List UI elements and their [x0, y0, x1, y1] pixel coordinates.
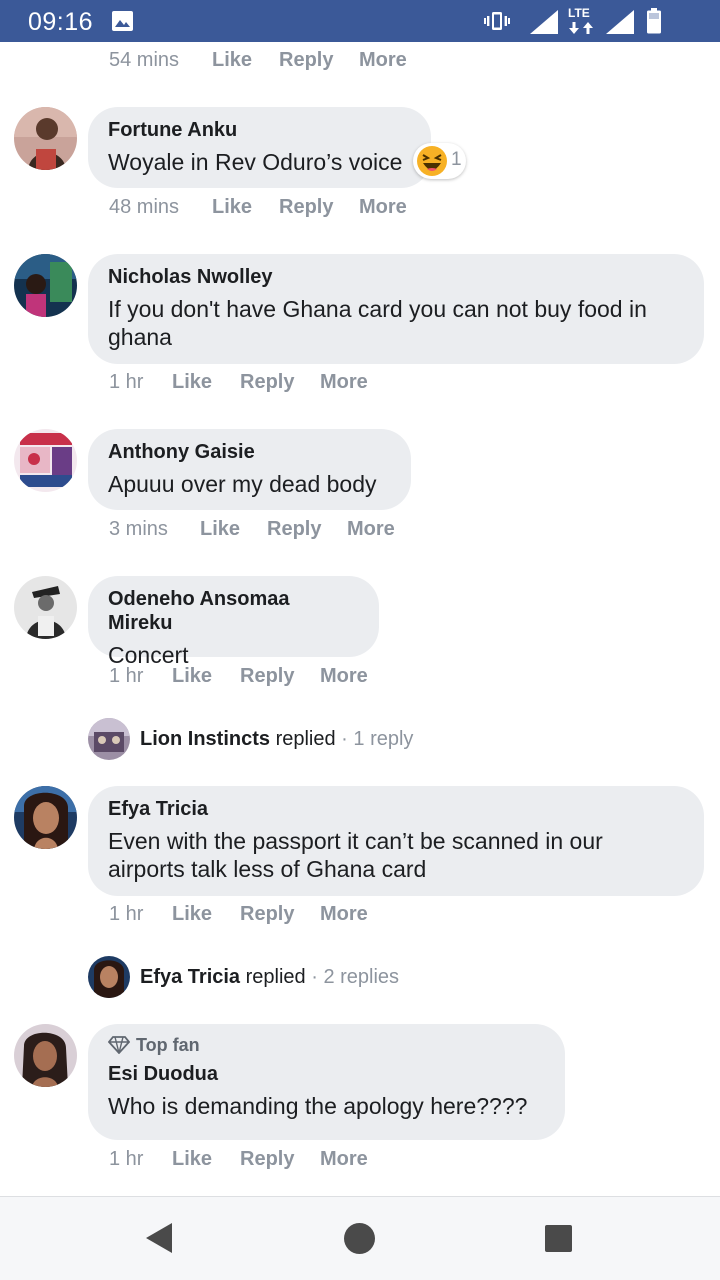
- view-replies[interactable]: Lion Instincts replied · 1 reply: [88, 718, 508, 760]
- reply-count: · 1 reply: [341, 728, 414, 750]
- reply-button[interactable]: Reply: [279, 49, 333, 72]
- reply-author[interactable]: Lion Instincts: [140, 728, 270, 750]
- avatar[interactable]: [14, 576, 77, 639]
- comment-bubble[interactable]: Odeneho Ansomaa Mireku Concert: [88, 576, 379, 668]
- more-button[interactable]: More: [320, 665, 368, 688]
- comment-author[interactable]: Esi Duodua: [108, 1062, 545, 1086]
- reply-summary[interactable]: Efya Tricia replied · 2 replies: [140, 966, 399, 989]
- like-button[interactable]: Like: [172, 1148, 212, 1171]
- recents-square-icon[interactable]: [545, 1225, 572, 1257]
- reply-button[interactable]: Reply: [267, 518, 321, 541]
- avatar[interactable]: [14, 254, 77, 317]
- comment-text: Who is demanding the apology here????: [108, 1093, 528, 1119]
- comment-meta: 1 hr Like Reply More: [109, 371, 409, 395]
- reply-button[interactable]: Reply: [240, 371, 294, 394]
- comment-text-line: ghana: [108, 324, 172, 350]
- view-replies[interactable]: Efya Tricia replied · 2 replies: [88, 956, 508, 998]
- gallery-notification-icon: [112, 11, 133, 31]
- reaction-badge[interactable]: 1: [413, 143, 466, 179]
- vibrate-icon: [484, 10, 510, 37]
- reply-avatar: [88, 718, 130, 760]
- haha-emoji-icon: [416, 145, 448, 182]
- data-arrows-icon: [569, 21, 593, 39]
- comment-text-line: airports talk less of Ghana card: [108, 856, 427, 882]
- reply-verb: replied: [245, 966, 306, 988]
- reply-count: · 2 replies: [311, 966, 400, 988]
- comment-time: 1 hr: [109, 1148, 144, 1170]
- comment-author[interactable]: Fortune Anku: [108, 118, 411, 142]
- reply-button[interactable]: Reply: [240, 1148, 294, 1171]
- avatar[interactable]: [14, 107, 77, 170]
- more-button[interactable]: More: [320, 371, 368, 394]
- comment-time: 54 mins: [109, 49, 180, 71]
- comment-time: 1 hr: [109, 665, 144, 687]
- signal-icon: [530, 10, 558, 39]
- comment-text: Woyale in Rev Oduro’s voice: [108, 149, 403, 175]
- reply-avatar: [88, 956, 130, 998]
- comment-time: 1 hr: [109, 903, 144, 925]
- reaction-count: 1: [451, 149, 462, 170]
- home-circle-icon[interactable]: [344, 1223, 375, 1259]
- comment-meta: 48 mins Like Reply More: [109, 196, 429, 220]
- comment-meta: 1 hr Like Reply More: [109, 903, 409, 927]
- reply-author[interactable]: Efya Tricia: [140, 966, 240, 988]
- like-button[interactable]: Like: [172, 371, 212, 394]
- battery-icon: [646, 8, 662, 39]
- reply-summary[interactable]: Lion Instincts replied · 1 reply: [140, 728, 413, 751]
- comment-bubble[interactable]: Efya Tricia Even with the passport it ca…: [88, 786, 704, 896]
- comment-meta: 1 hr Like Reply More: [109, 1148, 409, 1172]
- comment-meta: 1 hr Like Reply More: [109, 665, 409, 689]
- more-button[interactable]: More: [320, 903, 368, 926]
- comment-meta: 54 mins Like Reply More: [109, 49, 429, 73]
- avatar[interactable]: [14, 1024, 77, 1087]
- comment-author[interactable]: Odeneho Ansomaa Mireku: [108, 587, 359, 635]
- status-icons: LTE: [484, 6, 694, 36]
- avatar[interactable]: [14, 429, 77, 492]
- comment-bubble[interactable]: Top fan Esi Duodua Who is demanding the …: [88, 1024, 565, 1140]
- navigation-bar: [0, 1196, 720, 1280]
- comment-text: Apuuu over my dead body: [108, 471, 377, 497]
- more-button[interactable]: More: [347, 518, 395, 541]
- top-fan-badge: Top fan: [107, 1034, 545, 1056]
- like-button[interactable]: Like: [212, 49, 252, 72]
- top-fan-label: Top fan: [136, 1035, 200, 1055]
- like-button[interactable]: Like: [200, 518, 240, 541]
- comment-time: 1 hr: [109, 371, 144, 393]
- comment-bubble[interactable]: Anthony Gaisie Apuuu over my dead body: [88, 429, 411, 510]
- signal-icon-2: [606, 10, 634, 39]
- comment-text-line: If you don't have Ghana card you can not…: [108, 296, 647, 322]
- like-button[interactable]: Like: [172, 665, 212, 688]
- like-button[interactable]: Like: [212, 196, 252, 219]
- comment-time: 3 mins: [109, 518, 168, 540]
- avatar[interactable]: [14, 786, 77, 849]
- like-button[interactable]: Like: [172, 903, 212, 926]
- diamond-icon: [107, 1036, 131, 1055]
- reply-verb: replied: [275, 728, 336, 750]
- reply-button[interactable]: Reply: [279, 196, 333, 219]
- status-time: 09:16: [28, 8, 94, 36]
- comment-text-line: Even with the passport it can’t be scann…: [108, 828, 603, 854]
- comment-meta: 3 mins Like Reply More: [109, 518, 429, 542]
- comment-time: 48 mins: [109, 196, 180, 218]
- status-bar: 09:16 LTE: [0, 0, 720, 42]
- more-button[interactable]: More: [359, 196, 407, 219]
- comment-bubble[interactable]: Fortune Anku Woyale in Rev Oduro’s voice: [88, 107, 431, 188]
- back-triangle-icon[interactable]: [146, 1223, 172, 1258]
- comment-author[interactable]: Nicholas Nwolley: [108, 265, 684, 289]
- reply-button[interactable]: Reply: [240, 665, 294, 688]
- more-button[interactable]: More: [320, 1148, 368, 1171]
- comment-bubble[interactable]: Nicholas Nwolley If you don't have Ghana…: [88, 254, 704, 364]
- more-button[interactable]: More: [359, 49, 407, 72]
- comment-author[interactable]: Efya Tricia: [108, 797, 684, 821]
- network-type-label: LTE: [568, 6, 590, 20]
- reply-button[interactable]: Reply: [240, 903, 294, 926]
- comment-author[interactable]: Anthony Gaisie: [108, 440, 391, 464]
